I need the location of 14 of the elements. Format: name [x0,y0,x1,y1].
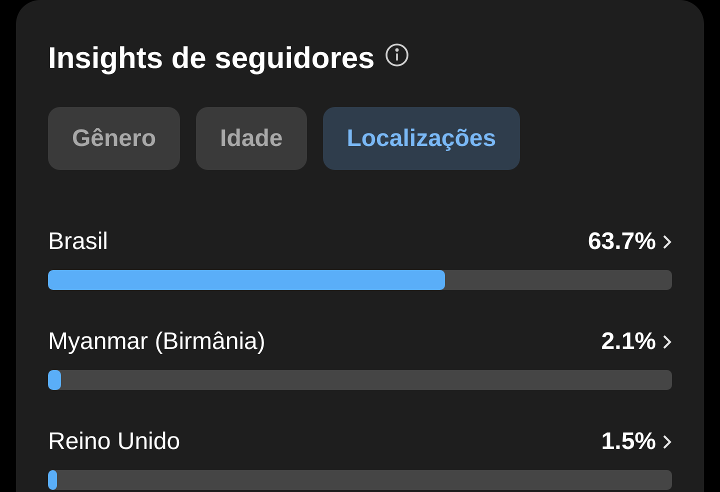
info-icon [384,43,409,67]
country-name: Reino Unido [48,427,180,457]
filter-tab[interactable]: Localizações [322,107,520,170]
chevron-right-icon[interactable] [662,234,672,250]
filter-tab[interactable]: Idade [196,107,307,170]
chevron-right-icon[interactable] [662,334,672,350]
country-name: Brasil [48,227,108,257]
chevron-right-icon[interactable] [662,434,672,450]
filter-tab[interactable]: Gênero [48,107,180,170]
percentage: 2.1% [601,327,656,357]
percentage: 63.7% [588,227,656,257]
percentage: 1.5% [601,427,656,457]
card-title: Insights de seguidores [48,41,375,77]
country-name: Myanmar (Birmânia) [48,327,266,357]
